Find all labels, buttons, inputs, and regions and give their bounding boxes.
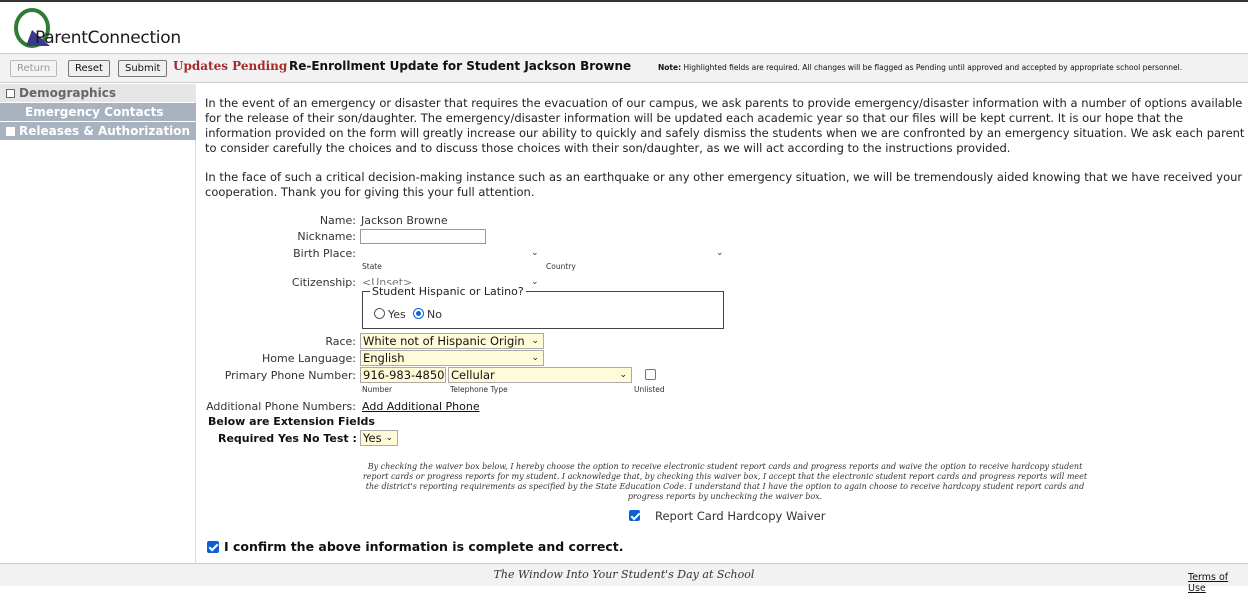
- race-select[interactable]: White not of Hispanic Origin ⌄: [360, 333, 544, 349]
- nickname-label: Nickname:: [297, 230, 356, 243]
- sidebar: Demographics Emergency Contacts Releases…: [0, 84, 196, 563]
- sidebar-item-label: Demographics: [19, 86, 116, 100]
- home-language-label: Home Language:: [262, 352, 356, 365]
- updates-pending-status: Updates Pending: [173, 59, 288, 73]
- citizenship-label: Citizenship:: [291, 276, 356, 289]
- hispanic-yes-label: Yes: [388, 308, 406, 321]
- confirm-label: I confirm the above information is compl…: [224, 539, 624, 554]
- required-test-label: Required Yes No Test :: [218, 432, 357, 445]
- checkbox-square-icon: [6, 127, 15, 136]
- telephone-type-value: Cellular: [451, 368, 495, 382]
- top-border: [0, 0, 1248, 2]
- name-label: Name:: [319, 214, 356, 227]
- telephone-type-select[interactable]: Cellular ⌄: [448, 367, 632, 383]
- terms-of-use-link[interactable]: Terms of Use: [1188, 572, 1248, 594]
- name-value: Jackson Browne: [361, 214, 448, 227]
- phone-number-caption: Number: [362, 385, 393, 394]
- hispanic-no-label: No: [427, 308, 442, 321]
- home-language-select[interactable]: English ⌄: [360, 350, 544, 366]
- state-dropdown-chevron-icon[interactable]: ⌄: [531, 248, 539, 258]
- waiver-text: By checking the waiver box below, I here…: [362, 462, 1088, 501]
- sidebar-item-emergency-contacts[interactable]: Emergency Contacts: [0, 103, 196, 121]
- additional-phone-label: Additional Phone Numbers:: [206, 400, 356, 413]
- sidebar-item-releases-authorization[interactable]: Releases & Authorization: [0, 122, 196, 140]
- sidebar-item-demographics[interactable]: Demographics: [0, 84, 196, 102]
- nickname-input[interactable]: [360, 229, 486, 244]
- return-button[interactable]: Return: [10, 60, 58, 77]
- race-label: Race:: [325, 335, 356, 348]
- toolbar-note: Note: Highlighted fields are required. A…: [658, 63, 1182, 72]
- unlisted-checkbox[interactable]: [645, 369, 656, 380]
- report-card-waiver-label: Report Card Hardcopy Waiver: [655, 509, 826, 523]
- note-label: Note:: [658, 63, 682, 72]
- unlisted-caption: Unlisted: [634, 385, 665, 394]
- citizenship-chevron-icon[interactable]: ⌄: [531, 277, 539, 287]
- required-test-value: Yes: [363, 431, 382, 445]
- add-additional-phone-link[interactable]: Add Additional Phone: [362, 400, 480, 413]
- footer-tagline: The Window Into Your Student's Day at Sc…: [493, 568, 755, 581]
- sidebar-item-label: Emergency Contacts: [25, 105, 164, 119]
- report-card-waiver-checkbox[interactable]: [629, 510, 640, 521]
- telephone-type-caption: Telephone Type: [450, 385, 508, 394]
- submit-button[interactable]: Submit: [118, 60, 168, 77]
- confirm-checkbox[interactable]: [207, 541, 219, 553]
- chevron-down-icon: ⌄: [619, 370, 627, 380]
- parentconnection-logo: ParentConnection: [10, 6, 200, 50]
- country-caption: Country: [546, 262, 576, 271]
- phone-number-input[interactable]: 916-983-4850: [360, 367, 446, 383]
- hispanic-no-radio[interactable]: [413, 308, 424, 319]
- extension-fields-heading: Below are Extension Fields: [208, 415, 375, 428]
- chevron-down-icon: ⌄: [385, 433, 393, 443]
- phone-number-value: 916-983-4850: [363, 368, 445, 382]
- home-language-value: English: [363, 351, 405, 365]
- chevron-down-icon: ⌄: [531, 353, 539, 363]
- primary-phone-label: Primary Phone Number:: [224, 369, 356, 382]
- checkbox-square-icon: [6, 89, 15, 98]
- note-text: Highlighted fields are required. All cha…: [683, 63, 1183, 72]
- intro-paragraph-2: In the face of such a critical decision-…: [205, 170, 1243, 199]
- race-value: White not of Hispanic Origin: [363, 334, 525, 348]
- state-caption: State: [362, 262, 382, 271]
- birthplace-label: Birth Place:: [293, 247, 356, 260]
- page-title: Re-Enrollment Update for Student Jackson…: [289, 59, 632, 73]
- hispanic-legend: Student Hispanic or Latino?: [370, 285, 526, 298]
- country-dropdown-chevron-icon[interactable]: ⌄: [716, 248, 724, 258]
- hispanic-yes-radio[interactable]: [374, 308, 385, 319]
- intro-paragraph-1: In the event of an emergency or disaster…: [205, 96, 1245, 155]
- logo-text: ParentConnection: [35, 28, 181, 48]
- required-test-select[interactable]: Yes ⌄: [360, 430, 398, 446]
- reset-button[interactable]: Reset: [68, 60, 110, 77]
- sidebar-item-label: Releases & Authorization: [19, 124, 191, 138]
- chevron-down-icon: ⌄: [531, 336, 539, 346]
